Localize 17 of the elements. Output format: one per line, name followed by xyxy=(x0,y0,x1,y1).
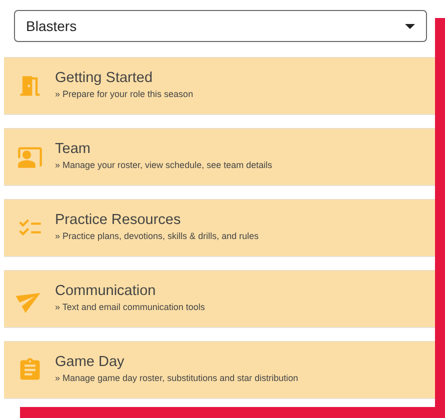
menu-card[interactable]: Practice Resources » Practice plans, devotions, skills & drills, and rules xyxy=(4,199,435,257)
card-description: » Practice plans, devotions, skills & drills, and rules xyxy=(55,230,259,240)
team-select[interactable]: Blasters xyxy=(14,10,427,42)
card-description: » Manage your roster, view schedule, see team details xyxy=(55,160,272,170)
card-description: » Text and email communication tools xyxy=(55,302,205,312)
card-title: Practice Resources xyxy=(55,212,182,228)
card-description: » Prepare for your role this season xyxy=(55,88,194,98)
card-description: » Manage game day roster, substitutions and star distribution xyxy=(55,372,298,382)
card-title: Team xyxy=(55,140,92,156)
caret-icon xyxy=(405,24,415,28)
card-title: Game Day xyxy=(55,354,126,370)
menu-card[interactable]: Communication » Text and email communication tools xyxy=(4,270,435,328)
card-title: Getting Started xyxy=(55,70,154,86)
menu-card[interactable]: Game Day » Manage game day roster, substitutions and star distribution xyxy=(4,341,435,399)
menu-card[interactable]: Team » Manage your roster, view schedule, see team details xyxy=(4,128,435,186)
card-title: Communication xyxy=(55,282,157,298)
menu-card[interactable]: Getting Started » Prepare for your role this season xyxy=(4,57,435,115)
